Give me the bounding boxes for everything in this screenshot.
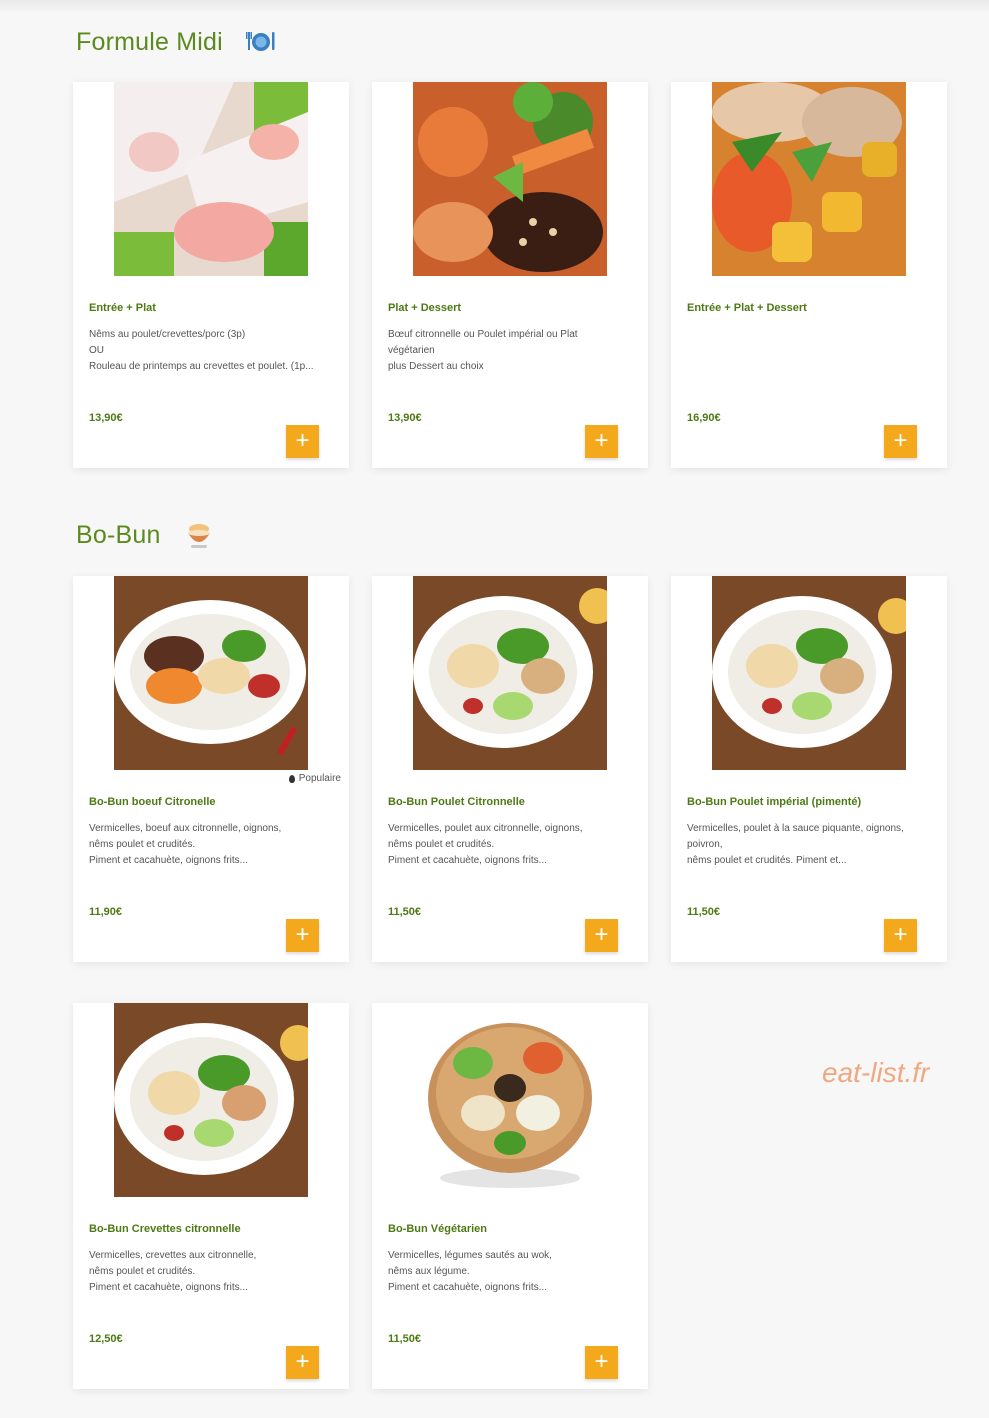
bobun-beef-photo bbox=[114, 576, 308, 770]
section-title-bo-bun: Bo-Bun bbox=[76, 519, 215, 551]
item-name: Bo-Bun Poulet impérial (pimenté) bbox=[687, 796, 862, 808]
bobun-shrimp-photo bbox=[114, 1003, 308, 1197]
section-title-text: Formule Midi bbox=[76, 27, 223, 56]
item-price: 11,50€ bbox=[388, 1333, 422, 1345]
item-name: Bo-Bun boeuf Citronelle bbox=[89, 796, 216, 808]
item-description: Vermicelles, poulet à la sauce piquante,… bbox=[687, 823, 904, 866]
menu-card-entree-plat[interactable]: Entrée + Plat Nêms au poulet/crevettes/p… bbox=[73, 82, 349, 468]
item-price: 11,50€ bbox=[388, 906, 422, 918]
add-to-cart-button[interactable]: + bbox=[884, 425, 917, 458]
item-name: Entrée + Plat + Dessert bbox=[687, 302, 807, 314]
menu-card-bobun-poulet-imperial[interactable]: Bo-Bun Poulet impérial (pimenté) Vermice… bbox=[671, 576, 947, 962]
item-price: 12,50€ bbox=[89, 1333, 123, 1345]
item-name: Plat + Dessert bbox=[388, 302, 462, 314]
section-title-text: Bo-Bun bbox=[76, 520, 161, 549]
item-name: Bo-Bun Poulet Citronnelle bbox=[388, 796, 525, 808]
bobun-spicy-chicken-photo bbox=[712, 576, 906, 770]
plate-cutlery-icon bbox=[245, 26, 277, 58]
menu-card-plat-dessert[interactable]: Plat + Dessert Bœuf citronnelle ou Poule… bbox=[372, 82, 648, 468]
add-to-cart-button[interactable]: + bbox=[585, 425, 618, 458]
section-title-formule-midi: Formule Midi bbox=[76, 26, 277, 58]
add-to-cart-button[interactable]: + bbox=[585, 1346, 618, 1379]
menu-card-bobun-poulet[interactable]: Bo-Bun Poulet Citronnelle Vermicelles, p… bbox=[372, 576, 648, 962]
item-description: Vermicelles, boeuf aux citronnelle, oign… bbox=[89, 823, 282, 866]
item-price: 13,90€ bbox=[89, 412, 123, 424]
beef-stirfry-photo bbox=[413, 82, 607, 276]
spring-rolls-photo bbox=[114, 82, 308, 276]
add-to-cart-button[interactable]: + bbox=[286, 919, 319, 952]
watermark: eat-list.fr bbox=[822, 1057, 930, 1088]
bobun-chicken-photo bbox=[413, 576, 607, 770]
bowl-icon bbox=[183, 519, 215, 551]
add-to-cart-button[interactable]: + bbox=[585, 919, 618, 952]
menu-card-bobun-crevettes[interactable]: Bo-Bun Crevettes citronnelle Vermicelles… bbox=[73, 1003, 349, 1389]
item-price: 11,90€ bbox=[89, 906, 123, 918]
item-description: Vermicelles, légumes sautés au wok, nêms… bbox=[388, 1250, 552, 1293]
add-to-cart-button[interactable]: + bbox=[884, 919, 917, 952]
add-to-cart-button[interactable]: + bbox=[286, 425, 319, 458]
bobun-vegetarian-photo bbox=[413, 1003, 607, 1197]
item-price: 13,90€ bbox=[388, 412, 422, 424]
menu-card-entree-plat-dessert[interactable]: Entrée + Plat + Dessert 16,90€ + bbox=[671, 82, 947, 468]
item-description: Bœuf citronnelle ou Poulet impérial ou P… bbox=[388, 329, 578, 372]
item-price: 16,90€ bbox=[687, 412, 721, 424]
item-name: Bo-Bun Végétarien bbox=[388, 1223, 488, 1235]
item-name: Bo-Bun Crevettes citronnelle bbox=[89, 1223, 241, 1235]
shrimp-curry-photo bbox=[712, 82, 906, 276]
item-description: Vermicelles, crevettes aux citronnelle, … bbox=[89, 1250, 257, 1293]
item-description: Nêms au poulet/crevettes/porc (3p) OU Ro… bbox=[89, 329, 314, 372]
item-price: 11,50€ bbox=[687, 906, 721, 918]
flame-icon bbox=[288, 774, 295, 783]
popular-badge: Populaire bbox=[288, 773, 341, 784]
menu-card-bobun-vegetarien[interactable]: Bo-Bun Végétarien Vermicelles, légumes s… bbox=[372, 1003, 648, 1389]
add-to-cart-button[interactable]: + bbox=[286, 1346, 319, 1379]
menu-card-bobun-boeuf[interactable]: Populaire Bo-Bun boeuf Citronelle Vermic… bbox=[73, 576, 349, 962]
item-description: Vermicelles, poulet aux citronnelle, oig… bbox=[388, 823, 583, 866]
top-shadow bbox=[0, 0, 989, 14]
item-name: Entrée + Plat bbox=[89, 302, 156, 314]
